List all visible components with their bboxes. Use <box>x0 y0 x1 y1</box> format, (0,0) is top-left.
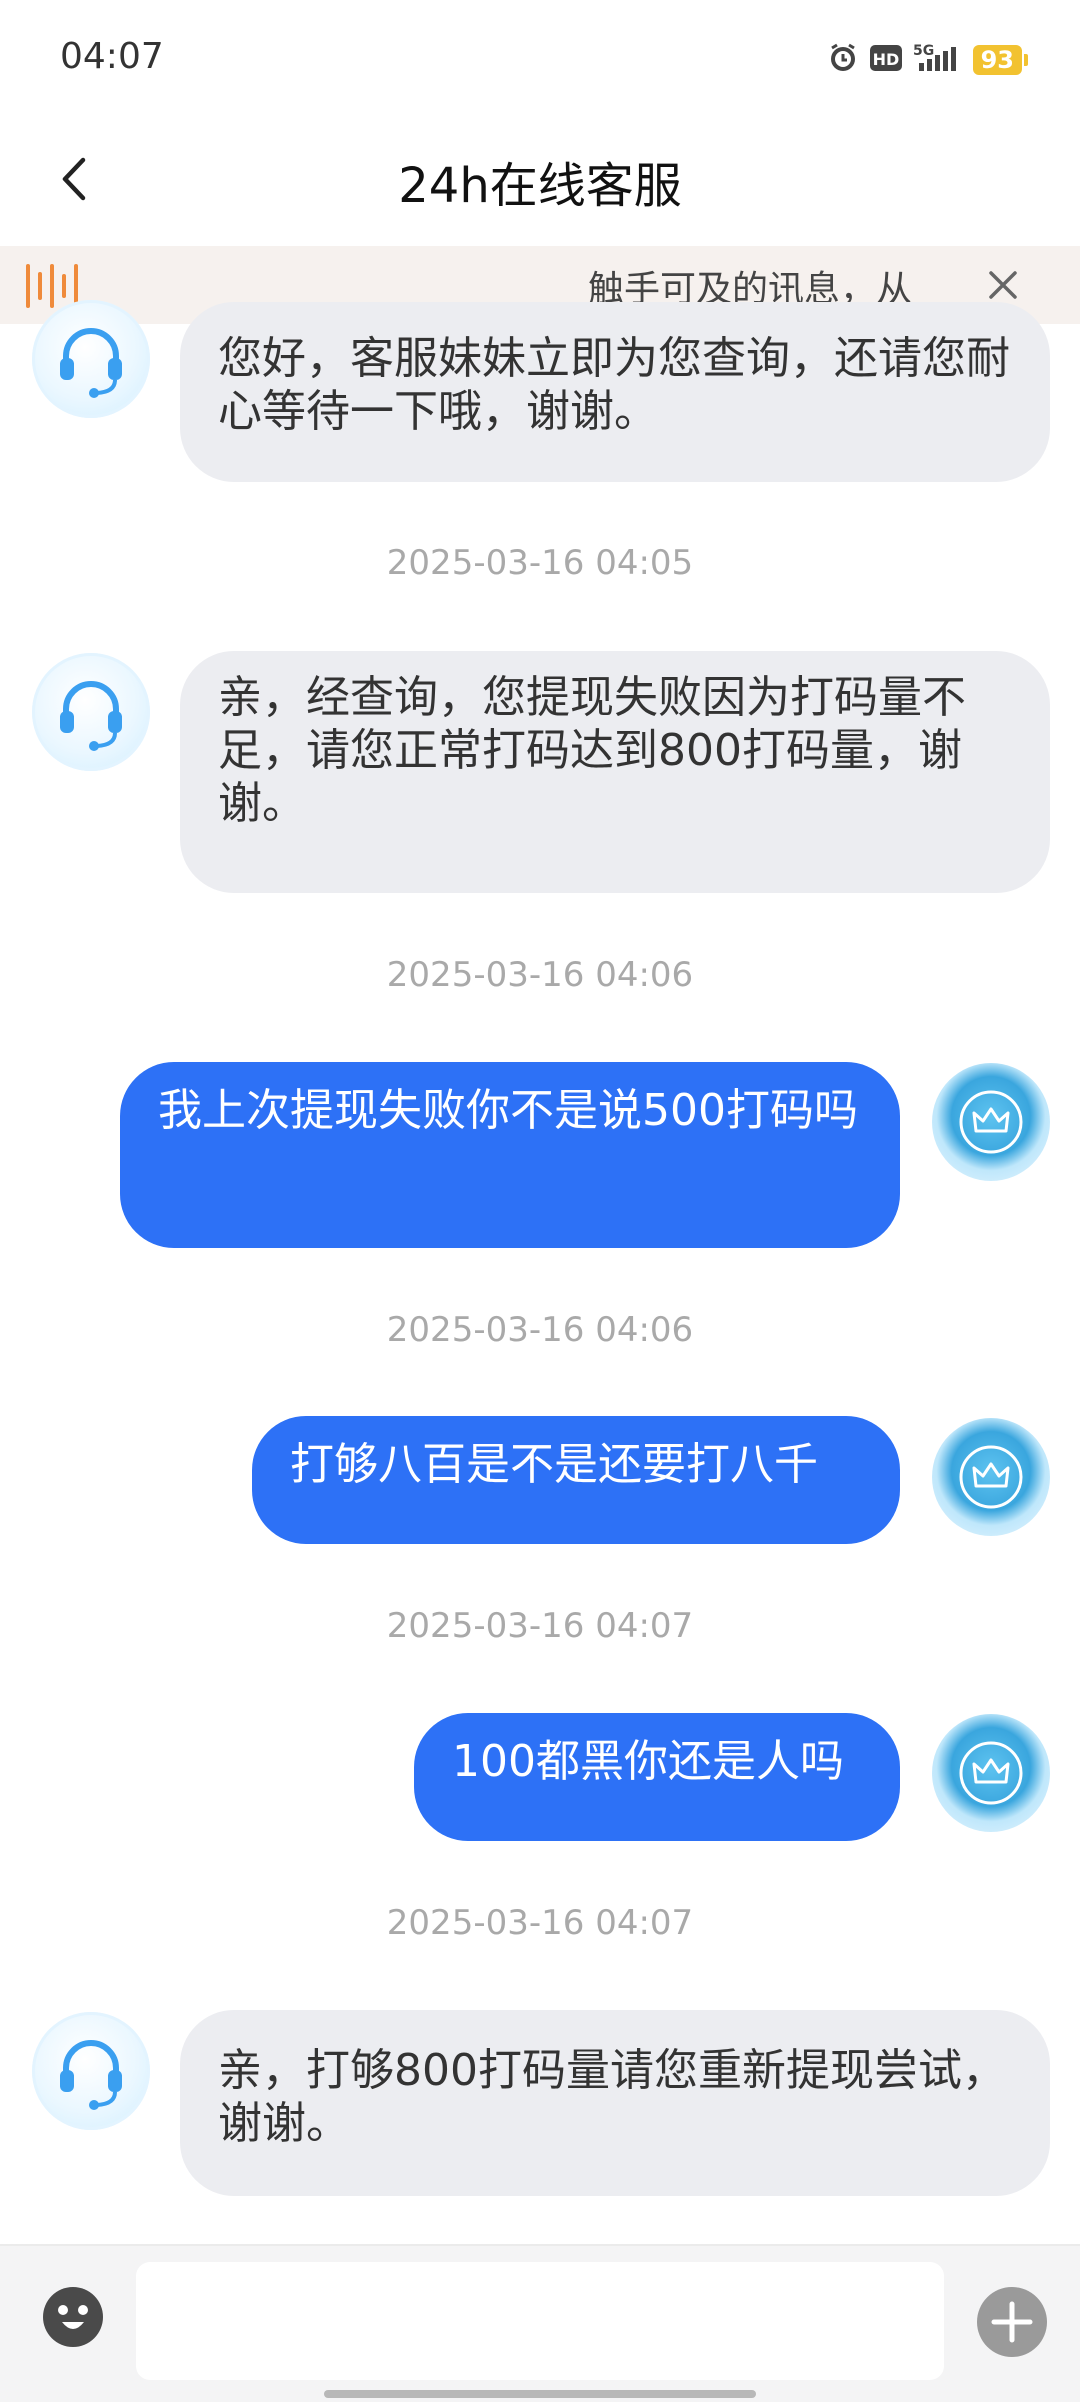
user-avatar <box>932 1418 1050 1536</box>
header: 24h在线客服 <box>0 120 1080 246</box>
crown-badge-icon <box>959 1090 1023 1154</box>
message-timestamp: 2025-03-16 04:05 <box>386 543 694 583</box>
agent-avatar <box>32 300 150 418</box>
crown-badge-icon <box>959 1741 1023 1805</box>
message-timestamp: 2025-03-16 04:07 <box>386 1903 694 1943</box>
message-bubble-agent: 亲，经查询，您提现失败因为打码量不足，请您正常打码达到800打码量，谢谢。 <box>180 651 1050 893</box>
battery-icon: 93 <box>972 45 1029 75</box>
user-avatar <box>932 1063 1050 1181</box>
status-icons: HD 5G 93 <box>827 41 1029 79</box>
hd-icon: HD <box>869 43 903 77</box>
input-bar <box>0 2244 1080 2402</box>
message-timestamp: 2025-03-16 04:06 <box>386 1310 694 1350</box>
user-avatar <box>932 1714 1050 1832</box>
headset-icon <box>60 2040 122 2110</box>
message-bubble-user: 打够八百是不是还要打八千 <box>252 1416 900 1544</box>
message-timestamp: 2025-03-16 04:06 <box>386 955 694 995</box>
message-input[interactable] <box>136 2262 944 2380</box>
message-bubble-user: 100都黑你还是人吗 <box>414 1713 900 1841</box>
headset-icon <box>60 681 122 751</box>
signal-5g-icon: 5G <box>913 41 963 79</box>
alarm-icon <box>827 42 859 78</box>
agent-avatar <box>32 2012 150 2130</box>
signal-label: 5G <box>913 43 934 59</box>
home-indicator <box>324 2390 756 2398</box>
emoji-icon[interactable] <box>42 2286 104 2348</box>
status-bar: 04:07 HD 5G 93 <box>0 0 1080 120</box>
plus-circle-icon[interactable] <box>976 2286 1048 2358</box>
message-timestamp: 2025-03-16 04:07 <box>386 1606 694 1646</box>
page-title: 24h在线客服 <box>398 158 682 214</box>
message-bubble-agent: 您好，客服妹妹立即为您查询，还请您耐心等待一下哦，谢谢。 <box>180 302 1050 482</box>
crown-badge-icon <box>959 1445 1023 1509</box>
headset-icon <box>60 328 122 398</box>
message-bubble-user: 我上次提现失败你不是说500打码吗 <box>120 1062 900 1248</box>
hd-label: HD <box>872 50 899 69</box>
message-bubble-agent: 亲，打够800打码量请您重新提现尝试，谢谢。 <box>180 2010 1050 2196</box>
agent-avatar <box>32 653 150 771</box>
status-time: 04:07 <box>60 36 164 77</box>
close-icon[interactable] <box>986 268 1020 302</box>
